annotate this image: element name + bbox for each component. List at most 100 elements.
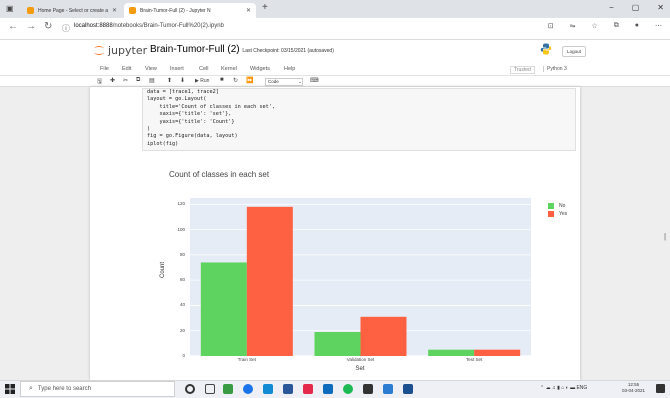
trusted-indicator[interactable]: Trusted	[510, 66, 535, 74]
jupyter-logo[interactable]: jupyter	[93, 44, 147, 57]
reload-icon[interactable]: ↻	[44, 21, 52, 32]
restart-icon[interactable]: ↻	[233, 77, 238, 84]
bar-yes-validation-set[interactable]	[360, 316, 407, 356]
minimize-button[interactable]: −	[609, 3, 614, 12]
jupyter-logo-icon	[94, 46, 104, 55]
bar-no-test-set[interactable]	[428, 349, 475, 356]
menu-widgets[interactable]: Widgets	[250, 66, 270, 72]
maximize-button[interactable]: ▢	[632, 3, 640, 12]
more-icon[interactable]: ⋯	[655, 22, 662, 30]
code-line: xaxis={'title': 'set'},	[147, 111, 232, 118]
vscode-icon[interactable]	[383, 384, 393, 394]
menu-file[interactable]: File	[100, 66, 109, 72]
code-line: data = [trace1, trace2]	[147, 89, 219, 95]
menu-insert[interactable]: Insert	[170, 66, 184, 72]
run-button[interactable]: ▶︎ Run	[195, 78, 209, 84]
profile-icon[interactable]: ●	[635, 22, 639, 30]
save-icon[interactable]: 🖫	[97, 77, 102, 87]
new-tab-button[interactable]: +	[262, 2, 268, 13]
task-view-icon[interactable]	[205, 384, 215, 394]
cortana-icon[interactable]	[185, 384, 195, 394]
menu-edit[interactable]: Edit	[122, 66, 131, 72]
system-tray[interactable]: ⌃ ☁ ♫ ▮ ⌂ ◐ ▬ ENG	[540, 385, 587, 391]
address-bar-icons: ⊡ ⇋ ☆ ⧉ ● ⋯	[548, 22, 662, 30]
checkpoint-status: Last Checkpoint: 03/15/2021 (autosaved)	[242, 48, 334, 54]
y-tick-label: 120	[177, 201, 185, 207]
windows-start-icon[interactable]	[5, 384, 15, 394]
code-cell-input[interactable]: data = [trace1, trace2] layout = go.Layou…	[142, 88, 576, 151]
close-tab-icon[interactable]: ✕	[112, 7, 117, 14]
menu-view[interactable]: View	[145, 66, 157, 72]
y-axis-label: Count	[160, 261, 166, 278]
app-icon[interactable]	[403, 384, 413, 394]
paste-icon[interactable]: ▤	[149, 77, 155, 84]
copy-icon[interactable]: ⧉	[136, 77, 140, 84]
legend-item-no[interactable]: No	[548, 203, 565, 209]
search-icon: ⌕	[29, 385, 33, 392]
page-scroll-indicator[interactable]: |	[664, 232, 668, 241]
bar-yes-test-set[interactable]	[474, 349, 521, 356]
legend-item-yes[interactable]: Yes	[548, 211, 567, 217]
clock-date: 03-04-2021	[622, 388, 646, 393]
bar-no-train-set[interactable]	[200, 262, 247, 356]
stop-icon[interactable]: ■	[220, 77, 224, 83]
y-tick-label: 0	[182, 353, 185, 358]
tab-label: Brain-Tumor-Full (2) - Jupyter N	[140, 7, 211, 14]
insert-cell-icon[interactable]: ✚	[110, 77, 115, 84]
back-icon[interactable]: ←	[8, 21, 18, 32]
browser-menu-icon[interactable]: ▣	[6, 4, 14, 13]
language-indicator[interactable]: ENG	[576, 385, 587, 391]
run-label: Run	[200, 78, 210, 84]
y-tick-label: 100	[177, 226, 185, 232]
notebook-toolbar: 🖫 ✚ ✂ ⧉ ▤ ⬆ ⬇ ▶︎ Run ■ ↻ ⏩ ⌨	[0, 76, 670, 87]
y-tick-label: 80	[179, 251, 185, 257]
bar-yes-train-set[interactable]	[246, 206, 293, 356]
kernel-indicator: Python 3	[543, 66, 567, 72]
favorites-icon[interactable]: ☆	[591, 22, 597, 30]
collections-icon[interactable]: ⧉	[614, 22, 619, 30]
logout-button[interactable]: Logout	[562, 46, 586, 57]
chevron-down-icon: ⌄	[298, 78, 302, 84]
cell-type-select[interactable]: Code ⌄	[265, 77, 303, 86]
edge-icon[interactable]	[263, 384, 273, 394]
x-axis-label: Set	[355, 366, 365, 372]
x-tick-label: Validation Set	[346, 357, 375, 362]
move-up-icon[interactable]: ⬆	[167, 77, 172, 84]
code-line: iplot(fig)	[147, 140, 179, 147]
taskbar-search[interactable]: ⌕ Type here to search	[20, 381, 175, 397]
cut-icon[interactable]: ✂	[123, 77, 128, 84]
legend-swatch	[548, 211, 554, 217]
jupyter-favicon-icon	[129, 7, 136, 14]
code-line: )	[147, 126, 151, 133]
app-icon[interactable]	[343, 384, 353, 394]
chart-title: Count of classes in each set	[169, 170, 270, 179]
bar-no-validation-set[interactable]	[314, 331, 361, 356]
translate-icon[interactable]: ⇋	[570, 22, 576, 30]
mail-icon[interactable]	[363, 384, 373, 394]
pocket-icon[interactable]	[303, 384, 313, 394]
notebook-name[interactable]: Brain-Tumor-Full (2)	[150, 44, 240, 55]
word-icon[interactable]	[283, 384, 293, 394]
outlook-icon[interactable]	[323, 384, 333, 394]
menu-help[interactable]: Help	[284, 66, 295, 72]
tab-notebook[interactable]: Brain-Tumor-Full (2) - Jupyter N ✕	[124, 3, 256, 18]
chrome-icon[interactable]	[243, 384, 253, 394]
y-tick-label: 60	[179, 277, 185, 283]
bar-chart	[190, 203, 531, 357]
python-logo-icon	[540, 43, 552, 55]
close-tab-icon[interactable]: ✕	[246, 7, 251, 14]
command-palette-icon[interactable]: ⌨	[310, 77, 319, 84]
tab-home-page[interactable]: Home Page - Select or create a ✕	[22, 3, 122, 18]
read-aloud-icon[interactable]: ⊡	[548, 22, 554, 30]
restart-run-all-icon[interactable]: ⏩	[246, 77, 253, 84]
menu-cell[interactable]: Cell	[199, 66, 208, 72]
move-down-icon[interactable]: ⬇	[180, 77, 185, 84]
tab-label: Home Page - Select or create a	[38, 7, 109, 14]
taskbar-clock[interactable]: 12:55 03-04-2021	[622, 382, 645, 394]
store-icon[interactable]	[223, 384, 233, 394]
menu-kernel[interactable]: Kernel	[221, 66, 237, 72]
forward-icon[interactable]: →	[26, 21, 36, 32]
url-field[interactable]: localhost:8888/notebooks/Brain-Tumor-Ful…	[74, 23, 224, 29]
notification-icon[interactable]	[656, 384, 665, 393]
close-window-button[interactable]: ✕	[657, 3, 664, 12]
